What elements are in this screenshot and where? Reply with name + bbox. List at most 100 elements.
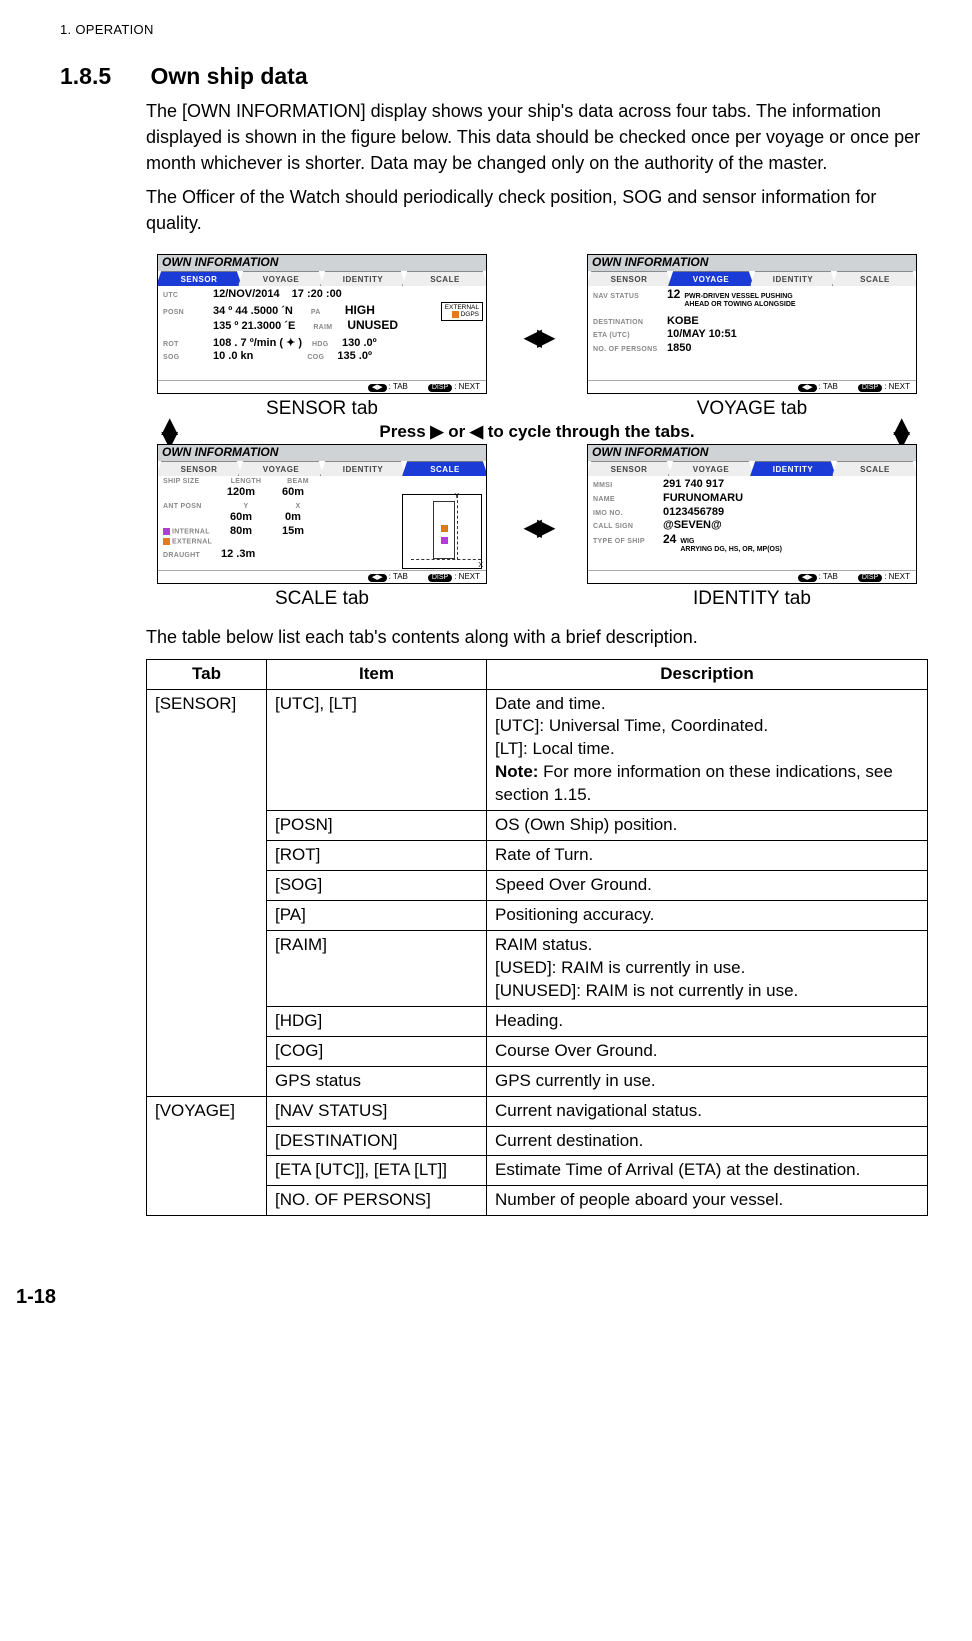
tab-sensor[interactable]: SENSOR (587, 271, 672, 286)
ant-posn-label: ANT POSN (163, 503, 221, 511)
internal-marker-icon (163, 528, 170, 535)
mmsi-label: MMSI (593, 482, 663, 490)
draught-label: DRAUGHT (163, 552, 221, 560)
imo-value: 0123456789 (663, 506, 724, 519)
type-number: 24 (663, 533, 676, 547)
tab-identity[interactable]: IDENTITY (750, 461, 836, 476)
col-item: Item (267, 659, 487, 689)
desc-line: RAIM status. (495, 935, 592, 954)
y-axis-line (457, 495, 458, 560)
desc-line: [USED]: RAIM is currently in use. (495, 958, 745, 977)
next-hint: : NEXT (884, 382, 910, 391)
col-tab: Tab (147, 659, 267, 689)
tab-bar[interactable]: SENSOR VOYAGE IDENTITY SCALE (158, 271, 486, 286)
int-antenna-marker (441, 537, 448, 544)
tab-voyage[interactable]: VOYAGE (238, 461, 324, 476)
posn-label: POSN (163, 309, 213, 317)
posn-lon: 135 º 21.3000 ´E (213, 320, 295, 333)
x-label: X (273, 503, 323, 511)
cell-item: [POSN] (267, 811, 487, 841)
mmsi-value: 291 740 917 (663, 478, 724, 491)
tab-scale[interactable]: SCALE (402, 461, 487, 476)
callsign-label: CALL SIGN (593, 523, 663, 531)
paragraph-1: The [OWN INFORMATION] display shows your… (146, 98, 928, 176)
tab-bar[interactable]: SENSOR VOYAGE IDENTITY SCALE (158, 461, 486, 476)
desc-line: [UTC]: Universal Time, Coordinated. (495, 716, 768, 735)
tab-voyage[interactable]: VOYAGE (668, 271, 754, 286)
tab-sensor[interactable]: SENSOR (157, 461, 242, 476)
tab-hint: : TAB (389, 382, 408, 391)
cog-value: 135 .0º (337, 350, 372, 363)
cell-desc: Speed Over Ground. (487, 871, 928, 901)
page-number: 1-18 (16, 1286, 928, 1309)
tab-bar[interactable]: SENSOR VOYAGE IDENTITY SCALE (588, 461, 916, 476)
imo-label: IMO NO. (593, 510, 663, 518)
cell-item: [COG] (267, 1036, 487, 1066)
utc-time: 17 :20 :00 (292, 288, 342, 301)
next-hint: : NEXT (454, 572, 480, 581)
tab-voyage[interactable]: VOYAGE (238, 271, 324, 286)
cell-item: [DESTINATION] (267, 1126, 487, 1156)
nav-status-label: NAV STATUS (593, 293, 667, 301)
posn-lat: 34 º 44 .5000 ´N (213, 305, 293, 318)
panel-footer: ◀▶: TAB DISP: NEXT (158, 380, 486, 393)
tab-sensor[interactable]: SENSOR (157, 271, 242, 286)
length-label: LENGTH (221, 478, 271, 486)
next-hint-icon: DISP (428, 384, 452, 392)
raim-label: RAIM (313, 324, 347, 332)
tab-scale[interactable]: SCALE (832, 271, 917, 286)
desc-line: [LT]: Local time. (495, 739, 615, 758)
panel-footer: ◀▶: TAB DISP: NEXT (588, 380, 916, 393)
tab-sensor[interactable]: SENSOR (587, 461, 672, 476)
panel-title: OWN INFORMATION (588, 445, 916, 461)
name-label: NAME (593, 496, 663, 504)
next-hint-icon: DISP (428, 574, 452, 582)
identity-caption: IDENTITY tab (587, 588, 917, 610)
cell-item: [SOG] (267, 871, 487, 901)
cell-desc: Course Over Ground. (487, 1036, 928, 1066)
tab-hint-icon: ◀▶ (798, 384, 817, 392)
axis-x: X (478, 562, 483, 570)
next-hint-icon: DISP (858, 384, 882, 392)
cell-item: [ROT] (267, 841, 487, 871)
scale-caption: SCALE tab (157, 588, 487, 610)
cell-desc: GPS currently in use. (487, 1066, 928, 1096)
scale-panel: OWN INFORMATION SENSOR VOYAGE IDENTITY S… (157, 444, 487, 584)
paragraph-2: The Officer of the Watch should periodic… (146, 184, 928, 236)
dgps-label: DGPS (461, 312, 479, 319)
tab-identity[interactable]: IDENTITY (750, 271, 836, 286)
beam-label: BEAM (273, 478, 323, 486)
cell-desc: Heading. (487, 1006, 928, 1036)
external-x: 15m (273, 525, 313, 538)
tab-identity[interactable]: IDENTITY (320, 461, 406, 476)
tab-identity[interactable]: IDENTITY (320, 271, 406, 286)
rot-value: 108 . 7 º/min ( ✦ ) (213, 337, 302, 350)
own-information-figure: OWN INFORMATION SENSOR VOYAGE IDENTITY S… (157, 254, 917, 610)
raim-value: UNUSED (347, 319, 398, 333)
col-description: Description (487, 659, 928, 689)
persons-value: 1850 (667, 342, 691, 355)
cell-item: GPS status (267, 1066, 487, 1096)
hdg-label: HDG (312, 341, 342, 349)
table-row: [VOYAGE] [NAV STATUS]Current navigationa… (147, 1096, 928, 1126)
table-header-row: Tab Item Description (147, 659, 928, 689)
cycle-arrow-icon: ◀▶ (524, 323, 551, 352)
x-axis-line (411, 559, 481, 560)
tab-bar[interactable]: SENSOR VOYAGE IDENTITY SCALE (588, 271, 916, 286)
tab-voyage[interactable]: VOYAGE (668, 461, 754, 476)
panel-footer: ◀▶: TAB DISP: NEXT (158, 570, 486, 583)
cycle-arrow-icon: ◀▶ (890, 419, 916, 447)
tab-scale[interactable]: SCALE (402, 271, 487, 286)
external-label: EXTERNAL (445, 304, 479, 311)
cell-tab: [SENSOR] (147, 689, 267, 1096)
desc-line: Date and time. (495, 694, 606, 713)
tab-hint-icon: ◀▶ (368, 384, 387, 392)
tab-scale[interactable]: SCALE (832, 461, 917, 476)
internal-y: 60m (230, 511, 252, 523)
type-line1: WIG (680, 538, 694, 545)
internal-label: INTERNAL (172, 529, 210, 536)
pa-value: HIGH (345, 304, 375, 318)
voyage-panel: OWN INFORMATION SENSOR VOYAGE IDENTITY S… (587, 254, 917, 394)
cell-desc: RAIM status. [USED]: RAIM is currently i… (487, 930, 928, 1006)
destination-label: DESTINATION (593, 319, 667, 327)
